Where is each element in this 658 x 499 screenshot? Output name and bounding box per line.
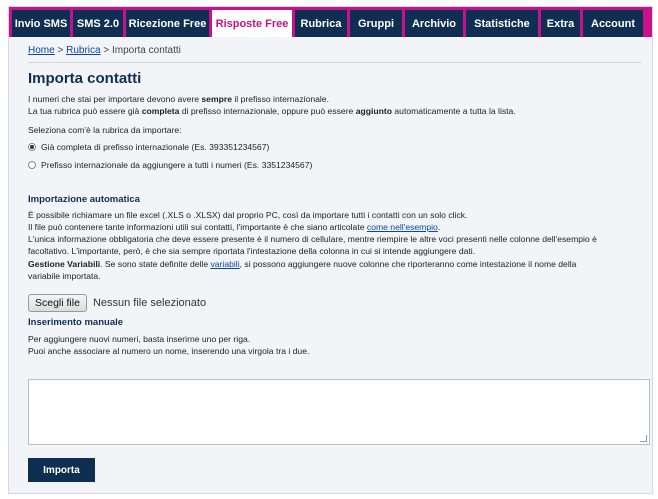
breadcrumb-separator: >: [100, 45, 112, 56]
tab-statistiche[interactable]: Statistiche: [466, 10, 538, 37]
variables-line-2: variabile importata.: [28, 271, 101, 281]
tab-sms-2-0[interactable]: SMS 2.0: [73, 10, 123, 37]
import-button[interactable]: Importa: [28, 458, 95, 482]
manual-entry-heading: Inserimento manuale: [28, 317, 124, 328]
tab-invio-sms[interactable]: Invio SMS: [12, 10, 70, 37]
page-title: Importa contatti: [28, 70, 142, 87]
variables-label: Gestione Variabili: [28, 259, 101, 269]
breadcrumb: Home > Rubrica > Importa contatti: [28, 45, 642, 56]
radio-label[interactable]: Prefisso internazionale da aggiungere a …: [41, 160, 312, 170]
radio-button-unchecked[interactable]: [28, 161, 36, 169]
tab-gruppi[interactable]: Gruppi: [350, 10, 402, 37]
breadcrumb-home-link[interactable]: Home: [28, 45, 55, 56]
intro-text: La tua rubrica può essere già: [28, 106, 142, 116]
variables-link[interactable]: variabili: [210, 259, 239, 269]
main-nav-tabs: Invio SMS SMS 2.0 Ricezione Free Rispost…: [9, 7, 652, 37]
main-content: Home > Rubrica > Importa contatti Import…: [28, 45, 642, 357]
intro-line-2: La tua rubrica può essere già completa d…: [28, 105, 642, 117]
auto-import-text: Il file può contenere tante informazioni…: [28, 222, 367, 232]
divider: [28, 62, 642, 63]
variables-text: , si possono aggiungere nuove colonne ch…: [239, 259, 577, 269]
intro-text: automaticamente a tutta la lista.: [392, 106, 516, 116]
auto-import-text: .: [437, 222, 441, 232]
tab-extra[interactable]: Extra: [541, 10, 580, 37]
intro-text: il prefisso internazionale.: [231, 94, 329, 104]
breadcrumb-rubrica-link[interactable]: Rubrica: [66, 45, 100, 56]
auto-import-heading: Importazione automatica: [28, 194, 140, 205]
intro-emphasis: completa: [141, 106, 180, 116]
tab-rubrica[interactable]: Rubrica: [295, 10, 347, 37]
intro-emphasis: sempre: [201, 94, 232, 104]
intro-emphasis: aggiunto: [355, 106, 392, 116]
tab-ricezione-free[interactable]: Ricezione Free: [126, 10, 209, 37]
breadcrumb-separator: >: [54, 45, 67, 56]
manual-line-2: Puoi anche associare al numero un nome, …: [28, 346, 310, 356]
variables-line-1: Gestione Variabili. Se sono state defini…: [28, 258, 642, 270]
radio-label[interactable]: Già completa di prefisso internazionale …: [41, 142, 269, 152]
file-status: Nessun file selezionato: [92, 297, 207, 309]
page-frame: Invio SMS SMS 2.0 Ricezione Free Rispost…: [8, 6, 653, 494]
breadcrumb-current: Importa contatti: [111, 45, 181, 56]
radio-option-add-prefix[interactable]: Prefisso internazionale da aggiungere a …: [28, 160, 642, 170]
auto-import-line-4: facoltativo. L'importante, però, è che s…: [28, 246, 476, 256]
radio-option-complete[interactable]: Già completa di prefisso internazionale …: [28, 142, 642, 152]
intro-text: di prefisso internazionale, oppure può e…: [179, 106, 356, 116]
manual-line-1: Per aggiungere nuovi numeri, basta inser…: [28, 334, 251, 344]
radio-button-checked[interactable]: [28, 143, 36, 151]
intro-text: I numeri che stai per importare devono a…: [28, 94, 202, 104]
intro-line-1: I numeri che stai per importare devono a…: [28, 93, 642, 105]
choose-file-button[interactable]: Scegli file: [28, 294, 87, 312]
tab-account[interactable]: Account: [583, 10, 643, 37]
example-link[interactable]: come nell'esempio: [367, 222, 438, 232]
variables-text: . Se sono state definite delle: [100, 259, 211, 269]
manual-numbers-textarea[interactable]: [28, 379, 650, 445]
auto-import-line-1: È possibile richiamare un file excel (.X…: [28, 210, 468, 220]
tab-archivio[interactable]: Archivio: [405, 10, 463, 37]
select-label: Seleziona com'è la rubrica da importare:: [28, 125, 182, 135]
auto-import-line-2: Il file può contenere tante informazioni…: [28, 221, 642, 233]
auto-import-line-3: L'unica informazione obbligatoria che de…: [28, 234, 597, 244]
tab-risposte-free[interactable]: Risposte Free: [212, 10, 292, 37]
file-picker: Scegli file Nessun file selezionato: [28, 294, 642, 312]
